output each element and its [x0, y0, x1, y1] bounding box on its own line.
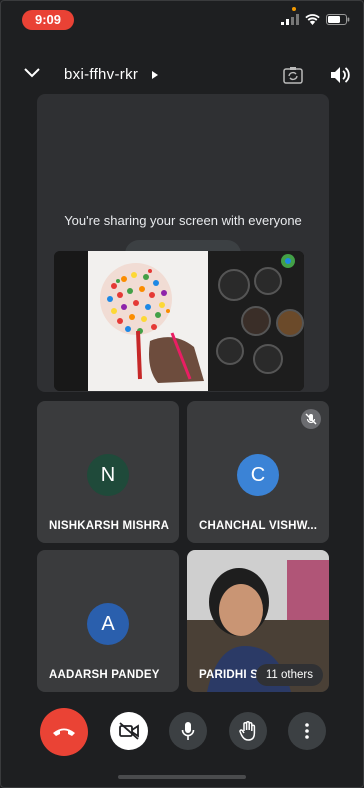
others-count-badge[interactable]: 11 others [255, 664, 323, 686]
participant-name: CHANCHAL VISHW... [199, 520, 318, 532]
battery-icon [326, 14, 350, 25]
avatar: C [237, 454, 279, 496]
shared-screen-preview [54, 251, 304, 391]
participant-tile-video[interactable]: PARIDHI SI 11 others [187, 550, 329, 692]
triangle-right-icon[interactable] [152, 71, 158, 79]
status-icons [281, 14, 350, 25]
participant-name: AADARSH PANDEY [49, 669, 160, 681]
end-call-button[interactable] [40, 708, 88, 756]
avatar: N [87, 454, 129, 496]
camera-toggle-button[interactable] [110, 712, 148, 750]
avatar: A [87, 603, 129, 645]
privacy-indicator [292, 7, 296, 11]
raise-hand-icon [239, 721, 256, 741]
participant-name: PARIDHI SI [199, 669, 262, 681]
mic-icon [181, 722, 195, 740]
meeting-header: bxi-ffhv-rkr [0, 60, 364, 90]
mic-off-icon [301, 409, 321, 429]
status-time: 9:09 [22, 10, 74, 30]
mic-toggle-button[interactable] [169, 712, 207, 750]
home-indicator[interactable] [118, 775, 246, 779]
share-message: You're sharing your screen with everyone [64, 213, 302, 228]
signal-icon [281, 14, 299, 25]
participant-name: NISHKARSH MISHRA [49, 520, 170, 532]
painting-image [54, 251, 304, 391]
participant-tile[interactable]: C CHANCHAL VISHW... [187, 401, 329, 543]
participant-tile[interactable]: A AADARSH PANDEY [37, 550, 179, 692]
more-vert-icon [305, 723, 309, 739]
raise-hand-button[interactable] [229, 712, 267, 750]
wifi-icon [305, 14, 320, 25]
end-call-icon [53, 728, 75, 736]
camera-off-icon [119, 722, 139, 740]
meeting-code[interactable]: bxi-ffhv-rkr [64, 66, 138, 83]
camera-flip-icon[interactable] [283, 66, 303, 84]
speaker-icon[interactable] [330, 66, 350, 84]
participant-tile[interactable]: N NISHKARSH MISHRA [37, 401, 179, 543]
more-options-button[interactable] [288, 712, 326, 750]
chevron-down-icon[interactable] [24, 68, 40, 78]
